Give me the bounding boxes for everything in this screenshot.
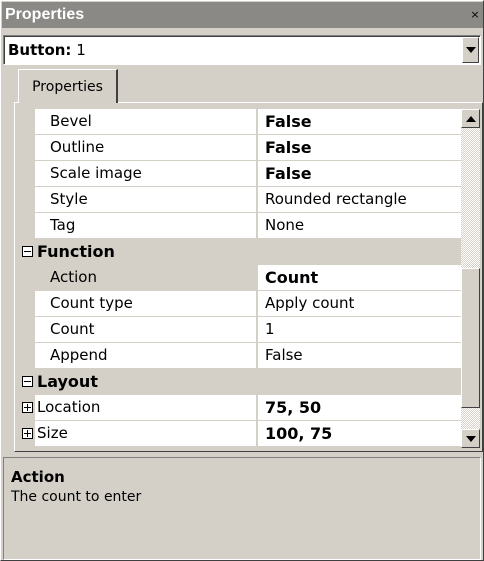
collapse-icon[interactable] [22,246,33,257]
category-label: Function [37,242,115,261]
property-value[interactable]: 100, 75 [258,421,461,447]
property-name[interactable]: Size [35,421,257,447]
collapse-icon[interactable] [22,376,33,387]
property-name[interactable]: Append [35,343,257,369]
property-name[interactable]: Outline [35,135,257,161]
property-name[interactable]: Count [35,317,257,343]
property-row-append[interactable]: Append False [18,343,461,369]
object-selector[interactable]: Button: 1 [3,35,481,65]
property-row-count-type[interactable]: Count type Apply count [18,291,461,317]
properties-window: Properties × Button: 1 Properties Bevel F… [0,0,484,561]
selector-dropdown-button[interactable] [462,37,479,63]
property-value[interactable]: Rounded rectangle [258,187,461,213]
window-title: Properties [5,6,85,23]
property-value[interactable]: 1 [258,317,461,343]
property-name[interactable]: Scale image [35,161,257,187]
property-name[interactable]: Action [35,265,257,291]
property-grid: Bevel False Outline False Scale image False St… [18,109,461,448]
property-name[interactable]: Style [35,187,257,213]
arrow-down-icon [465,435,476,442]
category-label: Layout [37,372,98,391]
property-name[interactable]: Bevel [35,109,257,135]
property-value[interactable]: False [258,135,461,161]
help-title: Action [11,468,65,486]
property-row-tag[interactable]: Tag None [18,213,461,239]
object-type-label: Button: [8,41,72,59]
title-bar[interactable]: Properties × [2,2,483,28]
property-value[interactable]: Apply count [258,291,461,317]
property-row-bevel[interactable]: Bevel False [18,109,461,135]
property-value[interactable]: False [258,161,461,187]
property-row-style[interactable]: Style Rounded rectangle [18,187,461,213]
help-description: The count to enter [11,489,142,505]
property-row-location[interactable]: Location 75, 50 [18,395,461,421]
help-panel: Action The count to enter [3,457,481,560]
category-layout[interactable]: Layout [18,369,461,395]
tab-properties[interactable]: Properties [18,69,118,103]
expand-icon[interactable] [22,428,33,439]
close-icon[interactable]: × [469,8,481,22]
property-value[interactable]: False [258,109,461,135]
grid-scrollbar[interactable] [461,109,480,448]
scroll-up-button[interactable] [461,109,480,128]
property-value[interactable]: Count [258,265,461,291]
property-name[interactable]: Location [35,395,257,421]
property-row-scale-image[interactable]: Scale image False [18,161,461,187]
property-value[interactable]: 75, 50 [258,395,461,421]
property-name[interactable]: Count type [35,291,257,317]
property-row-outline[interactable]: Outline False [18,135,461,161]
scroll-down-button[interactable] [461,429,480,448]
arrow-up-icon [465,115,476,122]
property-value[interactable]: None [258,213,461,239]
property-row-count[interactable]: Count 1 [18,317,461,343]
chevron-down-icon [465,47,476,53]
property-row-size[interactable]: Size 100, 75 [18,421,461,447]
scroll-thumb[interactable] [461,268,480,408]
category-function[interactable]: Function [18,239,461,265]
property-row-action[interactable]: Action Count [18,265,461,291]
object-name-label: 1 [71,41,86,59]
expand-icon[interactable] [22,402,33,413]
object-selector-text: Button: 1 [4,41,462,59]
property-name[interactable]: Tag [35,213,257,239]
property-value[interactable]: False [258,343,461,369]
